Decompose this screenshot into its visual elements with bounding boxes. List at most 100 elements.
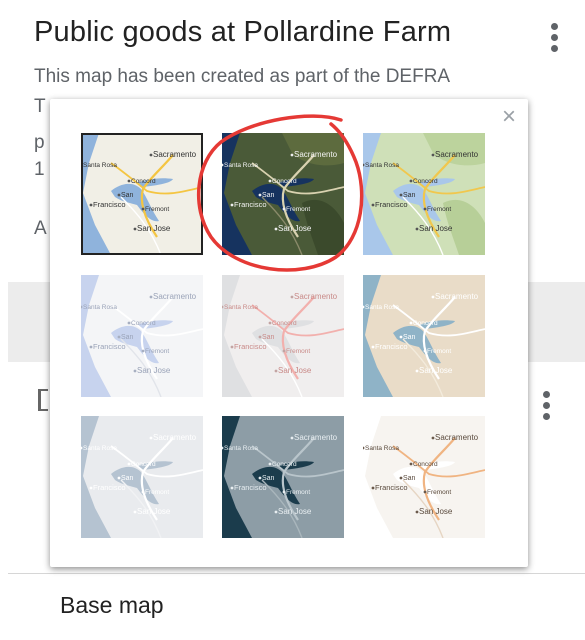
map-place-label: Francisco [375, 483, 408, 492]
town-dot [149, 153, 153, 157]
town-dot [290, 436, 294, 440]
map-place-label: San [121, 334, 134, 341]
map-place-label: Fremont [286, 206, 310, 213]
tile-satellite[interactable]: Sacramento Santa Rosa Concord San Francisco F… [222, 133, 344, 255]
map-place-label: Francisco [375, 342, 408, 351]
map-place-label: Fremont [427, 489, 451, 496]
town-dot [423, 349, 427, 353]
tile-terrain-map: Sacramento Santa Rosa Concord SanFrancisco F… [363, 133, 485, 255]
map-place-label: San Jose [137, 224, 171, 233]
tile-dark-landmass[interactable]: Sacramento Santa Rosa Concord San Francisco F… [222, 416, 344, 538]
description-fragment-1: T [34, 96, 46, 117]
town-dot [290, 153, 294, 157]
tile-terrain[interactable]: Sacramento Santa Rosa Concord San Francisco F… [363, 133, 485, 255]
town-dot [117, 193, 121, 197]
description-fragment-4: A [34, 218, 47, 239]
map-place-label: Sacramento [435, 433, 479, 442]
map-place-label: Francisco [234, 200, 267, 209]
town-dot [431, 153, 435, 157]
map-place-label: Santa Rosa [365, 304, 399, 311]
tile-light-grey-red[interactable]: Sacramento Santa Rosa Concord San Francisco F… [222, 275, 344, 397]
town-dot [133, 510, 137, 514]
map-place-label: Santa Rosa [365, 162, 399, 169]
tile-white-water[interactable]: Sacramento Santa Rosa Concord San Francisco F… [363, 416, 485, 538]
town-dot [282, 349, 286, 353]
town-dot [399, 476, 403, 480]
tile-light-political[interactable]: Sacramento Santa Rosa Concord San Francisco F… [81, 133, 203, 255]
map-place-label: Fremont [286, 348, 310, 355]
town-dot [117, 476, 121, 480]
map-place-label: Sacramento [153, 150, 197, 159]
map-place-label: San Jose [278, 507, 312, 516]
map-place-label: Santa Rosa [365, 445, 399, 452]
map-place-label: Concord [272, 320, 297, 327]
map-place-label: Fremont [145, 206, 169, 213]
town-dot [274, 510, 278, 514]
tile-light-grey-map: Sacramento Santa Rosa Concord SanFrancisco F… [81, 275, 203, 397]
town-dot [117, 335, 121, 339]
map-place-label: San [403, 192, 416, 199]
map-place-label: Sacramento [435, 292, 479, 301]
divider [8, 573, 585, 574]
description-fragment-3: 1 [34, 159, 45, 180]
tile-mono-city-map: Sacramento Santa Rosa Concord SanFrancisco F… [363, 275, 485, 397]
map-place-label: Francisco [375, 200, 408, 209]
map-place-label: Concord [413, 461, 438, 468]
tile-simple-atlas[interactable]: Sacramento Santa Rosa Concord San Francisco F… [81, 416, 203, 538]
map-place-label: San [262, 334, 275, 341]
tile-satellite-map: Sacramento Santa Rosa Concord SanFrancisco F… [222, 133, 344, 255]
layer-options-icon[interactable] [543, 391, 551, 424]
map-place-label: Fremont [286, 489, 310, 496]
town-dot [423, 490, 427, 494]
more-options-icon[interactable] [551, 23, 559, 56]
map-place-label: Concord [413, 178, 438, 185]
basemap-picker-popup: × Sacramento Santa Rosa Concord San Francisc… [50, 99, 528, 567]
town-dot [89, 345, 93, 349]
map-place-label: San Jose [278, 366, 312, 375]
tile-simple-atlas-map: Sacramento Santa Rosa Concord SanFrancisco F… [81, 416, 203, 538]
map-place-label: Santa Rosa [83, 445, 117, 452]
town-dot [149, 295, 153, 299]
town-dot [415, 227, 419, 231]
tile-light-grey-red-map: Sacramento Santa Rosa Concord SanFrancisco F… [222, 275, 344, 397]
town-dot [141, 349, 145, 353]
town-dot [230, 203, 234, 207]
town-dot [371, 345, 375, 349]
map-place-label: San Jose [137, 507, 171, 516]
map-place-label: Concord [272, 461, 297, 468]
layer-checkbox[interactable] [38, 389, 48, 411]
map-place-label: San [121, 192, 134, 199]
map-place-label: Sacramento [294, 292, 338, 301]
map-place-label: Sacramento [435, 150, 479, 159]
base-map-label[interactable]: Base map [60, 592, 164, 619]
map-place-label: Concord [413, 320, 438, 327]
tile-mono-city[interactable]: Sacramento Santa Rosa Concord San Francisco F… [363, 275, 485, 397]
town-dot [127, 179, 131, 183]
town-dot [133, 227, 137, 231]
map-place-label: Francisco [93, 342, 126, 351]
map-place-label: San Jose [419, 224, 453, 233]
town-dot [89, 486, 93, 490]
town-dot [415, 369, 419, 373]
map-place-label: Concord [131, 461, 156, 468]
map-place-label: Concord [272, 178, 297, 185]
tile-light-political-map: Sacramento Santa Rosa Concord SanFrancisco F… [81, 133, 203, 255]
map-place-label: San Jose [419, 507, 453, 516]
map-place-label: Concord [131, 178, 156, 185]
map-place-label: Francisco [234, 342, 267, 351]
town-dot [258, 193, 262, 197]
map-place-label: Fremont [145, 489, 169, 496]
map-place-label: Francisco [93, 200, 126, 209]
map-place-label: San Jose [278, 224, 312, 233]
town-dot [371, 486, 375, 490]
town-dot [268, 321, 272, 325]
close-icon[interactable]: × [502, 105, 516, 129]
tile-light-grey[interactable]: Sacramento Santa Rosa Concord San Francisco F… [81, 275, 203, 397]
town-dot [149, 436, 153, 440]
map-place-label: Fremont [427, 206, 451, 213]
town-dot [282, 207, 286, 211]
town-dot [290, 295, 294, 299]
map-place-label: San [262, 192, 275, 199]
town-dot [274, 369, 278, 373]
map-place-label: San [121, 475, 134, 482]
